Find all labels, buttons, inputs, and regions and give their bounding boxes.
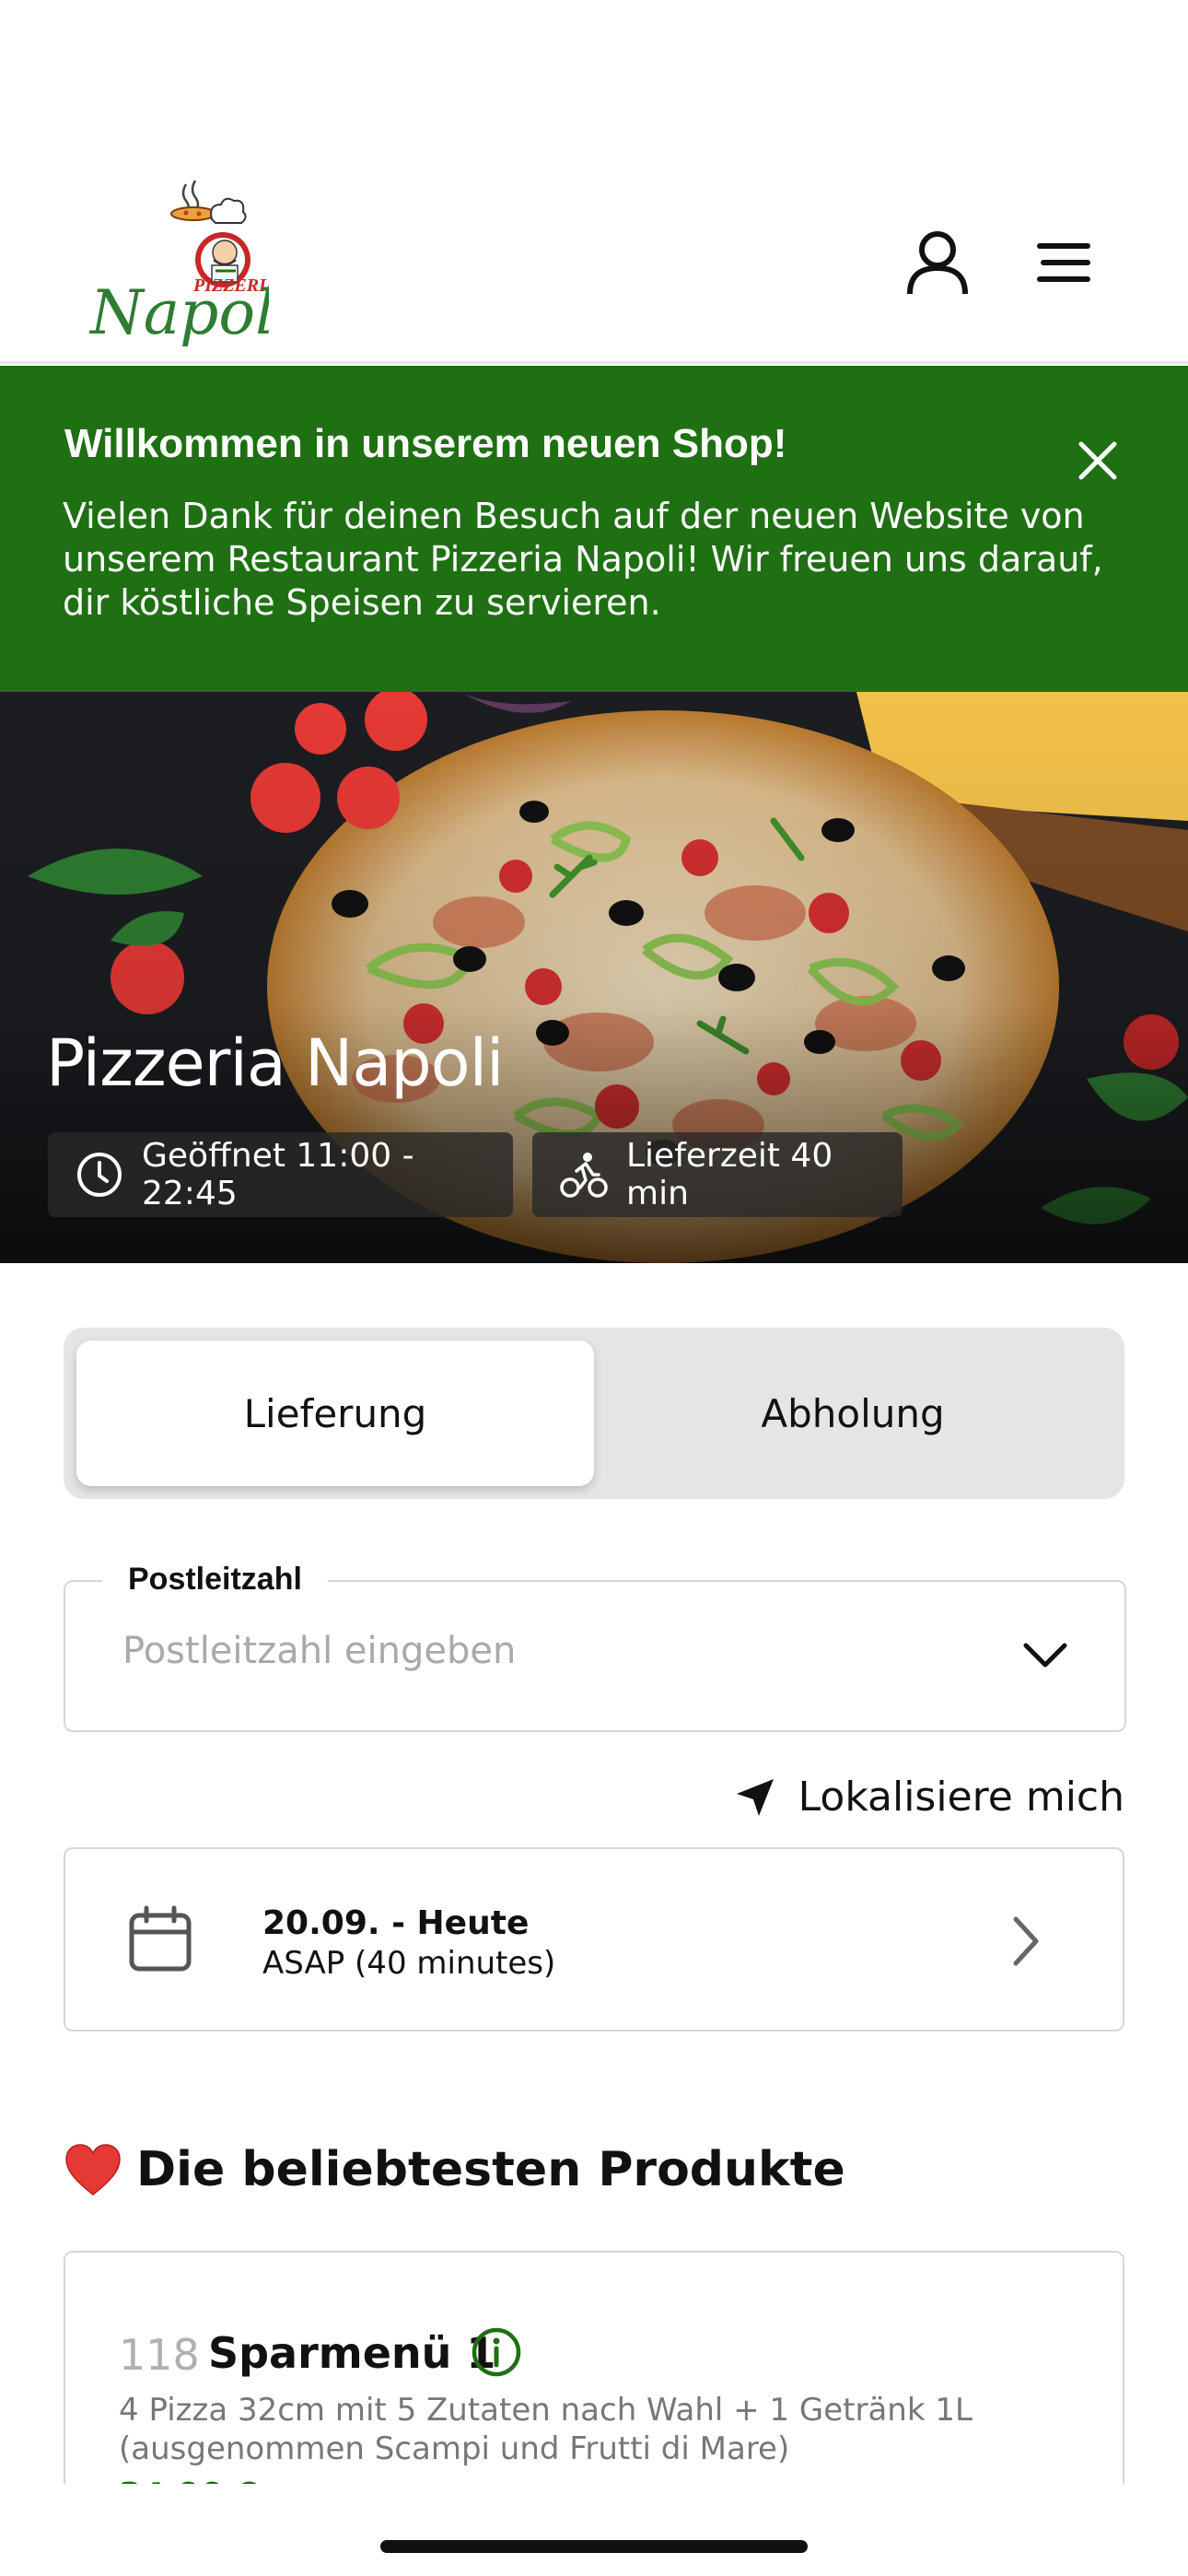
info-icon[interactable] (471, 2326, 522, 2378)
content-clip: 118 Sparmenü 1 4 Pizza 32cm mit 5 Zutate… (0, 0, 1188, 2484)
product-number: 118 (119, 2330, 200, 2380)
product-description: 4 Pizza 32cm mit 5 Zutaten nach Wahl + 1… (119, 2392, 973, 2467)
product-card[interactable]: 118 Sparmenü 1 4 Pizza 32cm mit 5 Zutate… (64, 2251, 1124, 2484)
home-indicator[interactable] (380, 2540, 808, 2553)
product-price: 34,90 € (119, 2476, 258, 2484)
product-name: Sparmenü 1 (208, 2328, 496, 2378)
